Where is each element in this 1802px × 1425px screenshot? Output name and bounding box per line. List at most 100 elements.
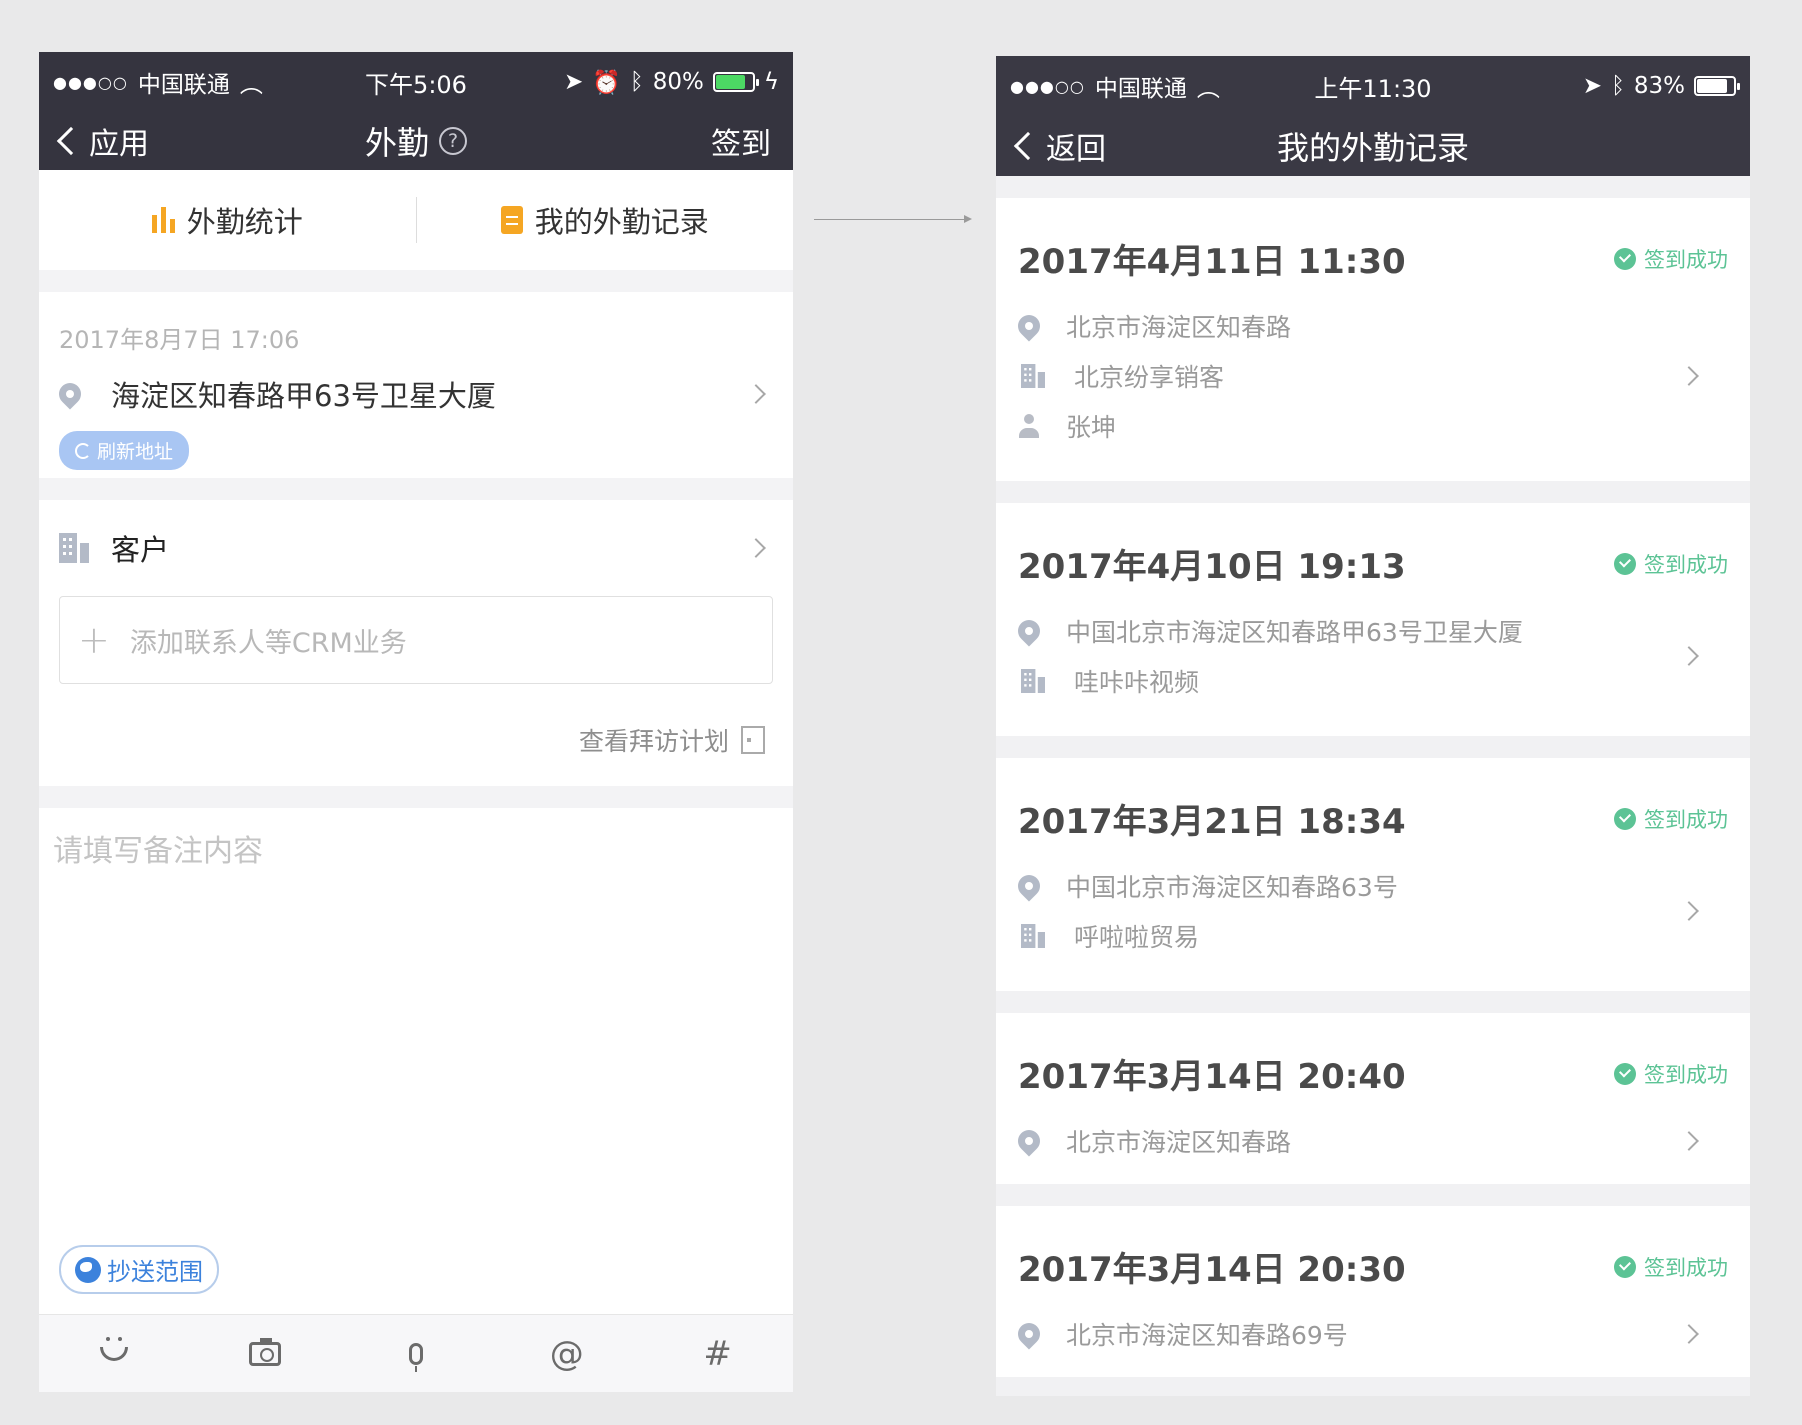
checkin-button[interactable]: 签到: [711, 119, 771, 163]
tab-bar: 外勤统计 我的外勤记录: [39, 170, 793, 270]
refresh-address-label: 刷新地址: [97, 441, 174, 463]
location-pin-icon: [1013, 870, 1045, 902]
document-icon: [500, 206, 523, 234]
signal-icon: ●●●○○: [53, 72, 128, 92]
wifi-icon: ︵: [1196, 76, 1220, 102]
location-arrow-icon: ➤: [1582, 73, 1603, 99]
visit-plan-label: 查看拜访计划: [578, 727, 729, 756]
person-icon: [1018, 414, 1040, 438]
back-label: 返回: [1046, 132, 1106, 167]
record-card[interactable]: 2017年3月21日 18:34 签到成功 中国北京市海淀区知春路63号 呼啦啦…: [996, 758, 1750, 991]
check-circle-icon: [1614, 247, 1636, 270]
chevron-right-icon: [746, 538, 766, 558]
record-status-text: 签到成功: [1644, 247, 1728, 272]
record-status-text: 签到成功: [1644, 1255, 1728, 1280]
checkin-screen: ●●●○○ 中国联通 ︵ 下午5:06 ➤ ⏰ ᛒ 80% ϟ 应用 外勤 ? …: [39, 52, 793, 1392]
record-address-row: 中国北京市海淀区知春路甲63号卫星大厦: [1013, 606, 1728, 656]
record-status: 签到成功: [1614, 1252, 1728, 1282]
building-icon: [1021, 924, 1045, 948]
at-icon[interactable]: @: [537, 1334, 597, 1374]
tab-statistics-label: 外勤统计: [186, 205, 303, 239]
building-icon: [1021, 364, 1045, 388]
location-pin-icon: [1013, 310, 1045, 342]
customer-card: 客户 + 添加联系人等CRM业务 查看拜访计划: [39, 500, 793, 786]
record-status-text: 签到成功: [1644, 1062, 1728, 1087]
add-crm-button[interactable]: + 添加联系人等CRM业务: [59, 596, 773, 684]
status-bar: ●●●○○ 中国联通 ︵ 上午11:30 ➤ ᛒ 83%: [996, 56, 1750, 116]
building-icon: [59, 533, 89, 563]
note-placeholder: 请填写备注内容: [53, 834, 263, 869]
record-card[interactable]: 2017年3月14日 20:30 签到成功 北京市海淀区知春路69号: [996, 1206, 1750, 1377]
battery-percent: 80%: [652, 69, 704, 95]
back-button[interactable]: 返回: [1013, 124, 1106, 168]
record-address-row: 中国北京市海淀区知春路63号: [1013, 861, 1728, 911]
location-arrow-icon: ➤: [563, 69, 584, 95]
tab-statistics[interactable]: 外勤统计: [39, 199, 416, 241]
carrier-name: 中国联通: [1094, 76, 1187, 102]
check-circle-icon: [1614, 552, 1636, 575]
record-card[interactable]: 2017年3月14日 20:40 签到成功 北京市海淀区知春路: [996, 1013, 1750, 1184]
record-card[interactable]: 2017年4月11日 11:30 签到成功 北京市海淀区知春路 北京纷享销客 张…: [996, 198, 1750, 481]
chevron-right-icon: [746, 384, 766, 404]
chevron-left-icon: [1013, 131, 1043, 161]
record-status-text: 签到成功: [1644, 552, 1728, 577]
record-status-text: 签到成功: [1644, 807, 1728, 832]
status-bar: ●●●○○ 中国联通 ︵ 下午5:06 ➤ ⏰ ᛒ 80% ϟ: [39, 52, 793, 112]
location-pin-icon: [1013, 1125, 1045, 1157]
record-address: 北京市海淀区知春路: [1066, 313, 1292, 342]
globe-icon: [75, 1256, 101, 1283]
page-title-text: 外勤: [364, 124, 429, 162]
location-row[interactable]: 海淀区知春路甲63号卫星大厦: [54, 373, 773, 415]
back-button[interactable]: 应用: [56, 119, 149, 163]
record-datetime: 2017年3月14日 20:40: [1018, 1057, 1406, 1097]
check-circle-icon: [1614, 1255, 1636, 1278]
carrier-name: 中国联通: [137, 72, 230, 98]
record-address: 中国北京市海淀区知春路63号: [1066, 873, 1398, 902]
record-company-row: 哇咔咔视频: [1018, 656, 1728, 706]
location-pin-icon: [54, 378, 86, 410]
record-address-row: 北京市海淀区知春路: [1013, 1116, 1728, 1166]
record-datetime: 2017年4月10日 19:13: [1018, 547, 1406, 587]
record-address-row: 北京市海淀区知春路: [1013, 301, 1728, 351]
record-address: 北京市海淀区知春路69号: [1066, 1321, 1348, 1350]
battery-icon: [712, 72, 759, 92]
page-title-text: 我的外勤记录: [1276, 129, 1469, 167]
signal-icon: ●●●○○: [1010, 76, 1085, 96]
bluetooth-icon: ᛒ: [1611, 73, 1625, 99]
help-icon[interactable]: ?: [439, 127, 467, 155]
hashtag-icon[interactable]: #: [688, 1334, 748, 1374]
cc-scope-button[interactable]: 抄送范围: [59, 1245, 219, 1294]
note-input[interactable]: 请填写备注内容 抄送范围: [39, 808, 793, 1314]
refresh-address-button[interactable]: 刷新地址: [59, 431, 190, 470]
customer-row[interactable]: 客户: [59, 500, 773, 596]
tab-my-records[interactable]: 我的外勤记录: [417, 199, 794, 241]
record-datetime: 2017年3月14日 20:30: [1018, 1250, 1406, 1290]
nav-bar: 应用 外勤 ? 签到: [39, 112, 793, 170]
location-pin-icon: [1013, 1318, 1045, 1350]
wifi-icon: ︵: [239, 72, 263, 98]
location-address: 海淀区知春路甲63号卫星大厦: [111, 379, 496, 413]
record-person-row: 张坤: [1018, 401, 1728, 451]
visit-plan-link[interactable]: 查看拜访计划: [579, 722, 765, 758]
flow-arrow: [814, 215, 972, 223]
record-datetime: 2017年4月11日 11:30: [1018, 242, 1406, 282]
record-card[interactable]: 2017年4月10日 19:13 签到成功 中国北京市海淀区知春路甲63号卫星大…: [996, 503, 1750, 736]
records-screen: ●●●○○ 中国联通 ︵ 上午11:30 ➤ ᛒ 83% 返回 我的外勤记录 2…: [996, 56, 1750, 1396]
record-address-row: 北京市海淀区知春路69号: [1013, 1309, 1728, 1359]
alarm-icon: ⏰: [592, 69, 621, 96]
location-time: 2017年8月7日 17:06: [59, 326, 300, 354]
microphone-icon[interactable]: [386, 1342, 446, 1372]
record-status: 签到成功: [1614, 549, 1728, 579]
battery-percent: 83%: [1633, 73, 1685, 99]
camera-icon[interactable]: [235, 1337, 295, 1366]
customer-label: 客户: [111, 533, 170, 567]
check-circle-icon: [1614, 807, 1636, 830]
record-company: 呼啦啦贸易: [1074, 923, 1200, 952]
bluetooth-icon: ᛒ: [629, 69, 644, 95]
emoji-icon[interactable]: [84, 1336, 144, 1361]
chevron-left-icon: [56, 126, 86, 156]
check-circle-icon: [1614, 1062, 1636, 1085]
record-status: 签到成功: [1614, 804, 1728, 834]
page-title: 我的外勤记录: [996, 123, 1750, 169]
cc-scope-label: 抄送范围: [107, 1258, 203, 1286]
